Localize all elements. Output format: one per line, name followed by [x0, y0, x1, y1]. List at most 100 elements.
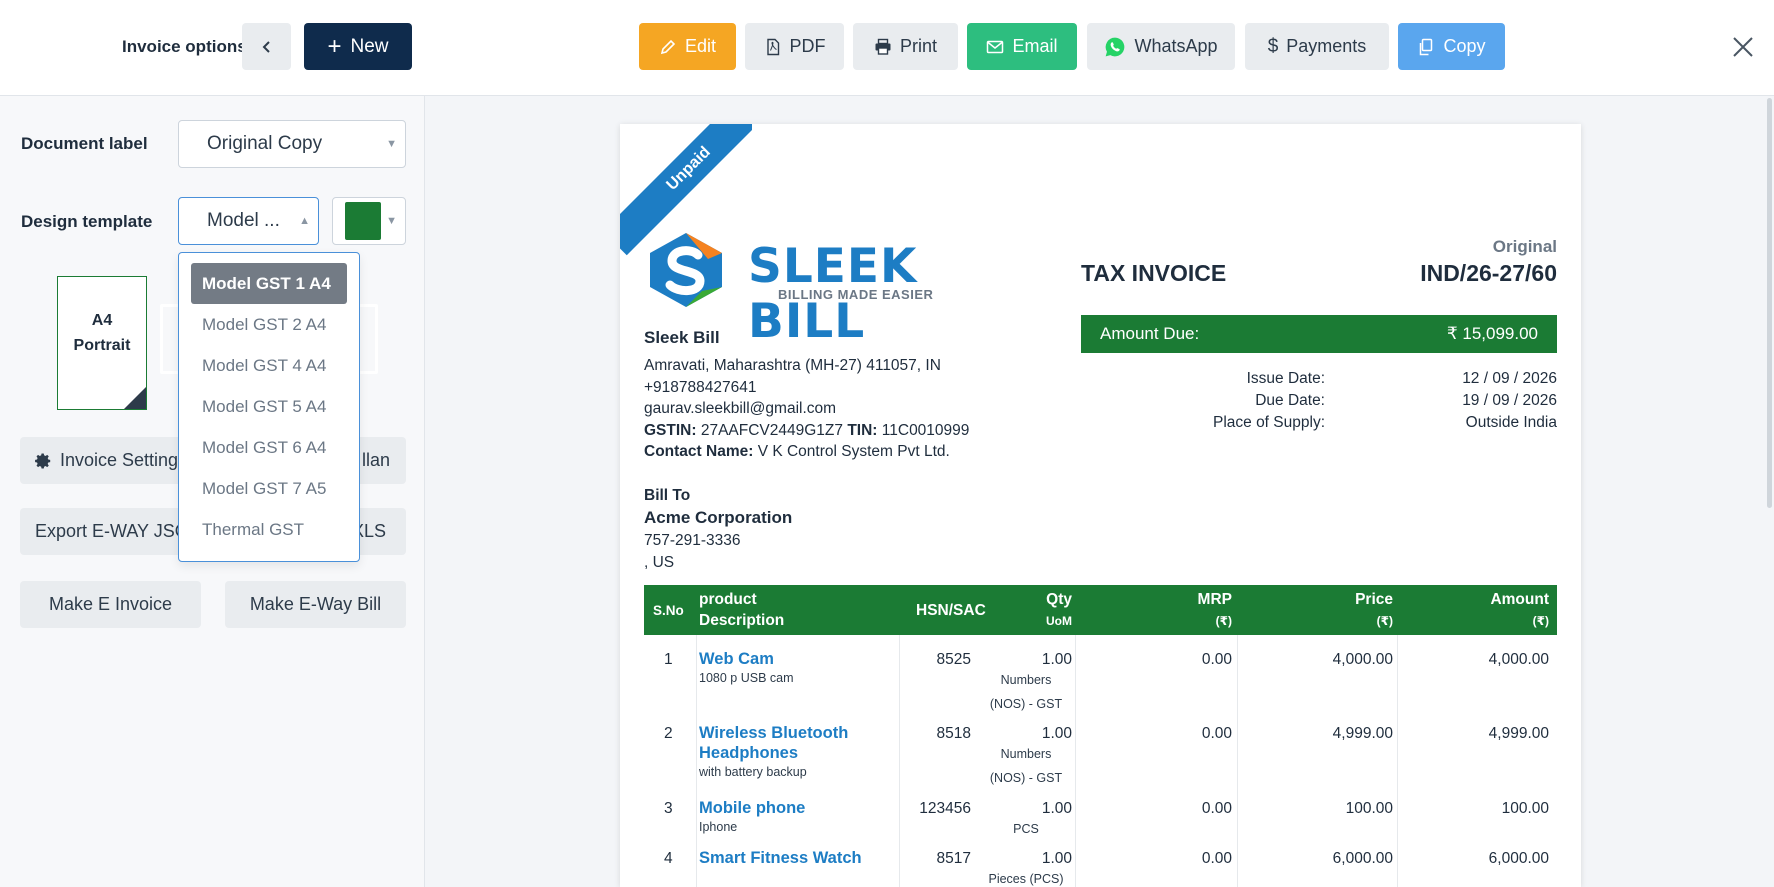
row-uom-line1: Pieces (PCS): [988, 872, 1064, 886]
col-mrp-currency: (₹): [1215, 614, 1232, 628]
selected-corner-mark: [124, 387, 146, 409]
product-description: Iphone: [699, 820, 738, 834]
orientation-portrait-option[interactable]: A4 Portrait: [57, 276, 147, 410]
whatsapp-icon: [1106, 37, 1125, 56]
col-mrp-label: MRP: [1197, 591, 1232, 608]
row-hsn: 8525: [936, 651, 971, 668]
product-name-link-line2[interactable]: Headphones: [699, 743, 848, 763]
options-header: Invoice options + New: [0, 0, 425, 96]
make-e-invoice-button[interactable]: Make E Invoice: [20, 581, 201, 628]
seller-name: Sleek Bill: [644, 328, 720, 347]
printer-icon: [875, 38, 891, 55]
col-hsn: HSN/SAC: [916, 602, 986, 619]
payments-button[interactable]: $ Payments: [1245, 23, 1389, 70]
design-template-dropdown[interactable]: Model GST 1 A4 Model GST 2 A4 Model GST …: [178, 252, 360, 562]
dropdown-option[interactable]: Model GST 1 A4: [191, 263, 347, 304]
invoice-title: TAX INVOICE: [1081, 260, 1227, 286]
due-date-label: Due Date:: [1255, 392, 1325, 409]
gstin-label: GSTIN:: [644, 421, 697, 439]
row-product: Wireless Bluetooth Headphones with batte…: [699, 723, 848, 779]
row-amount: 4,999.00: [1488, 725, 1549, 742]
envelope-icon: [987, 40, 1004, 53]
col-amount: Amount (₹): [1490, 589, 1549, 632]
template-color-select[interactable]: ▼: [332, 197, 406, 245]
product-description: 1080 p USB cam: [699, 671, 794, 685]
col-mrp: MRP (₹): [1198, 589, 1232, 632]
make-e-way-bill-button[interactable]: Make E-Way Bill: [225, 581, 406, 628]
new-invoice-button[interactable]: + New: [304, 23, 412, 70]
edit-label: Edit: [684, 36, 717, 56]
product-name-link[interactable]: Mobile phone: [699, 798, 805, 818]
product-name-link[interactable]: Web Cam: [699, 649, 794, 669]
row-qty: 1.00: [1041, 850, 1072, 867]
caret-down-icon: ▼: [386, 215, 397, 227]
due-date-value: 19 / 09 / 2026: [1462, 392, 1557, 409]
dropdown-option[interactable]: Model GST 7 A5: [191, 468, 347, 509]
contact-value: V K Control System Pvt Ltd.: [757, 443, 950, 461]
invoice-options-panel: Invoice options + New Document label Ori…: [0, 0, 425, 887]
col-amount-label: Amount: [1490, 591, 1549, 608]
col-product: product Description: [699, 589, 784, 631]
dropdown-option[interactable]: Model GST 2 A4: [191, 304, 347, 345]
amount-due-bar: Amount Due: ₹ 15,099.00: [1081, 315, 1557, 353]
tin-value: 11C0010999: [881, 421, 970, 439]
payments-label: Payments: [1286, 36, 1367, 56]
action-toolbar: Edit PDF Print Email WhatsApp $ Payments…: [425, 0, 1774, 96]
amount-due-label: Amount Due:: [1100, 324, 1200, 343]
whatsapp-button[interactable]: WhatsApp: [1087, 23, 1235, 70]
document-label-select[interactable]: Original Copy ▼: [178, 120, 406, 168]
export-eway-label: Export E-WAY JSON: [35, 521, 202, 541]
seller-details: Amravati, Maharashtra (MH-27) 411057, IN…: [644, 355, 969, 463]
copy-button[interactable]: Copy: [1398, 23, 1505, 70]
dropdown-option[interactable]: Model GST 4 A4: [191, 345, 347, 386]
row-sno: 2: [664, 725, 673, 742]
row-uom: Numbers (NOS) - GST: [978, 668, 1074, 716]
pdf-label: PDF: [789, 36, 826, 56]
back-button[interactable]: [242, 23, 291, 70]
copy-type-label: Original: [1492, 237, 1557, 256]
copy-icon: [1420, 38, 1433, 55]
col-product-label: product: [699, 591, 757, 608]
row-hsn: 123456: [919, 800, 971, 817]
col-qty-label: Qty: [1046, 591, 1072, 608]
print-button[interactable]: Print: [853, 23, 958, 70]
email-button[interactable]: Email: [967, 23, 1077, 70]
whatsapp-label: WhatsApp: [1134, 36, 1218, 56]
row-qty: 1.00: [1041, 651, 1072, 668]
dropdown-option[interactable]: Model GST 6 A4: [191, 427, 347, 468]
email-label: Email: [1012, 36, 1058, 56]
row-uom-line2: (NOS) - GST: [989, 697, 1063, 711]
row-hsn: 8517: [936, 850, 971, 867]
col-description-label: Description: [699, 612, 785, 629]
product-name-link[interactable]: Wireless Bluetooth: [699, 723, 848, 743]
pdf-button[interactable]: PDF: [745, 23, 844, 70]
row-product: Mobile phone Iphone: [699, 798, 805, 834]
row-price: 4,999.00: [1332, 725, 1393, 742]
row-sno: 1: [664, 651, 673, 668]
row-uom-line1: PCS: [1013, 822, 1039, 836]
dropdown-option[interactable]: Thermal GST: [191, 509, 347, 550]
design-template-select[interactable]: Model ... ▲: [178, 197, 319, 245]
row-amount: 100.00: [1501, 800, 1549, 817]
issue-date-value: 12 / 09 / 2026: [1462, 370, 1557, 387]
sleek-bill-logo-mark: [650, 233, 722, 307]
design-template-label: Design template: [21, 212, 153, 231]
bill-to-name: Acme Corporation: [644, 508, 793, 527]
close-button[interactable]: [1728, 32, 1758, 62]
edit-button[interactable]: Edit: [639, 23, 736, 70]
seller-contact: Contact Name: V K Control System Pvt Ltd…: [644, 441, 969, 463]
copy-label: Copy: [1443, 36, 1486, 56]
product-name-link[interactable]: Smart Fitness Watch: [699, 848, 862, 868]
row-uom: Numbers (NOS) - GST: [978, 742, 1074, 790]
product-description: with battery backup: [699, 765, 807, 779]
row-sno: 4: [664, 850, 673, 867]
column-divider: [696, 635, 697, 887]
scrollbar-thumb[interactable]: [1767, 98, 1772, 508]
col-price-label: Price: [1355, 591, 1393, 608]
row-product: Smart Fitness Watch: [699, 848, 862, 868]
row-uom: Pieces (PCS): [978, 867, 1074, 887]
bill-to-label: Bill To: [644, 487, 691, 504]
column-divider: [899, 635, 900, 887]
dropdown-option[interactable]: Model GST 5 A4: [191, 386, 347, 427]
partially-hidden-label: llan: [361, 450, 390, 470]
